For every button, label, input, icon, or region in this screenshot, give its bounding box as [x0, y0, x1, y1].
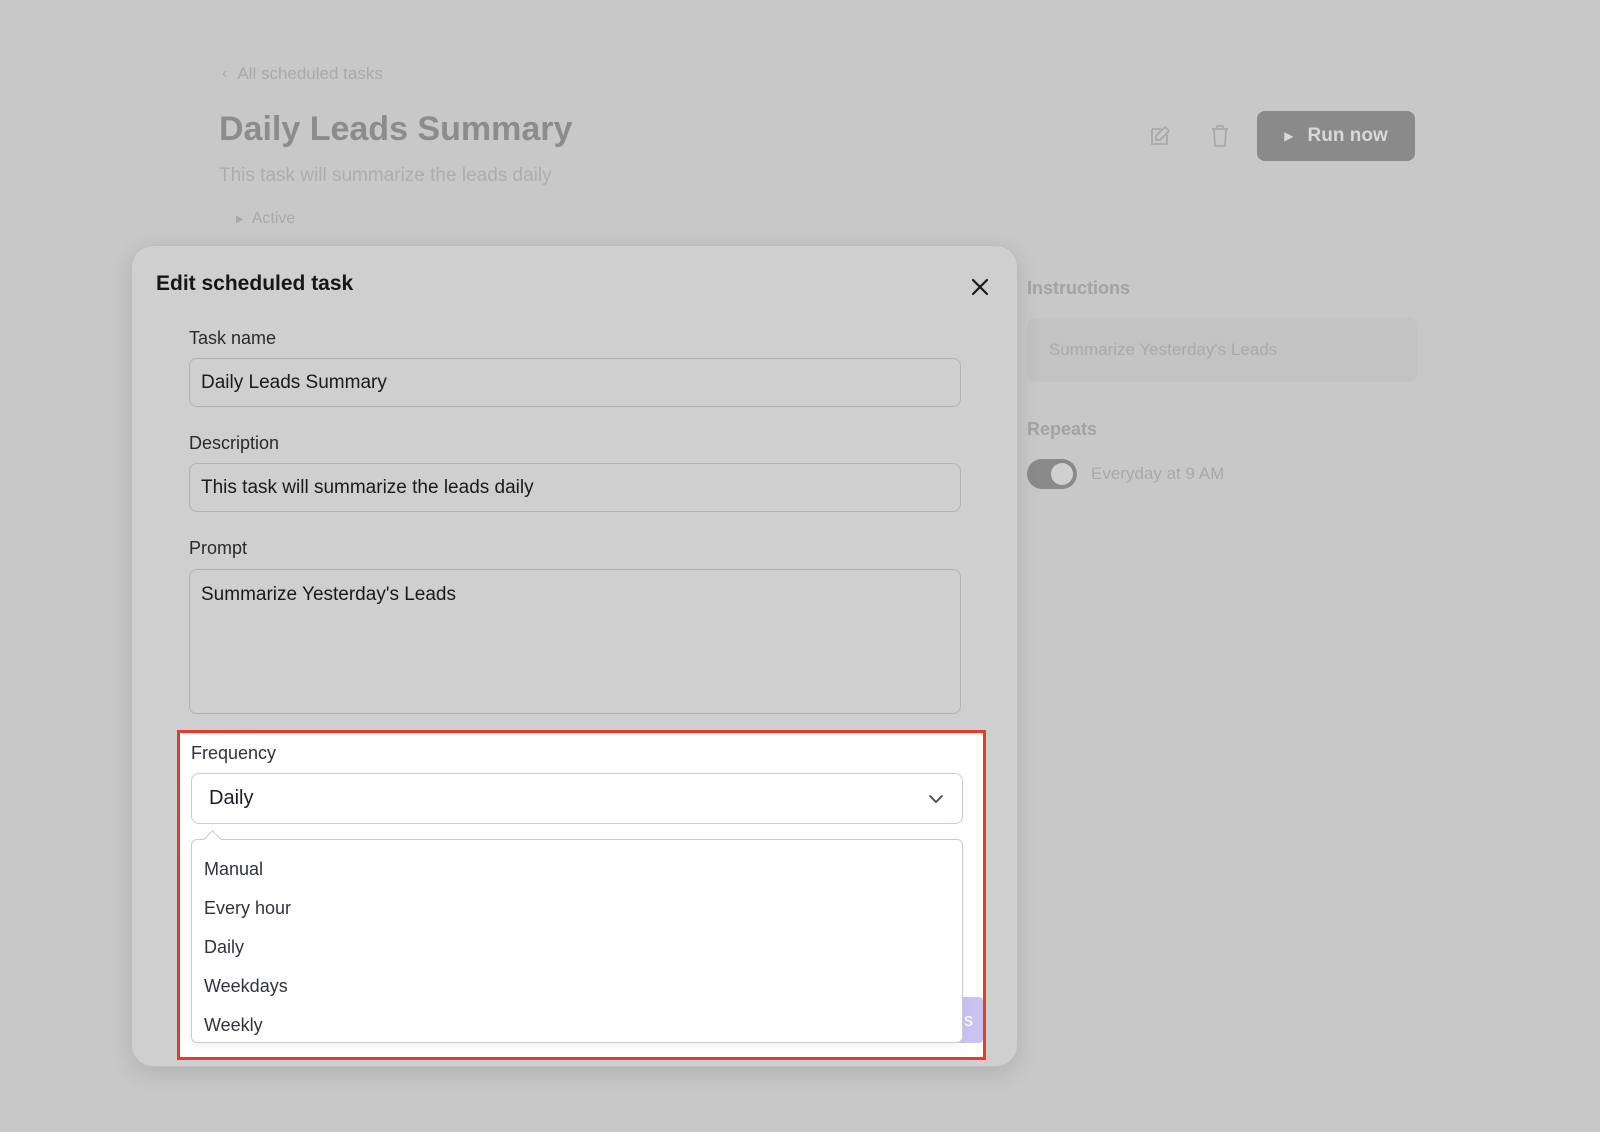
frequency-highlight: Frequency Daily s Manual Every hour Dail…: [177, 730, 986, 1060]
status-label: Active: [251, 210, 296, 227]
instructions-label: Instructions: [1027, 278, 1131, 298]
repeats-row: Everyday at 9 AM: [1027, 459, 1224, 489]
modal-title: Edit scheduled task: [156, 272, 354, 295]
frequency-label: Frequency: [191, 743, 277, 763]
edit-button[interactable]: [1146, 122, 1174, 150]
frequency-dropdown: Manual Every hour Daily Weekdays Weekly: [191, 839, 963, 1043]
frequency-option[interactable]: Manual: [192, 850, 962, 889]
task-name-label: Task name: [189, 328, 277, 348]
prompt-textarea[interactable]: Summarize Yesterday's Leads: [189, 569, 961, 714]
frequency-option[interactable]: Every hour: [192, 889, 962, 928]
back-link-label: All scheduled tasks: [237, 64, 383, 83]
frequency-option[interactable]: Weekly: [192, 1006, 962, 1045]
run-now-button[interactable]: ▶ Run now: [1257, 111, 1415, 161]
page-title: Daily Leads Summary: [219, 110, 573, 148]
task-name-input[interactable]: Daily Leads Summary: [189, 358, 961, 407]
run-now-label: Run now: [1307, 125, 1388, 146]
chevron-down-icon: [929, 794, 943, 803]
repeats-value: Everyday at 9 AM: [1091, 464, 1225, 483]
status-toggle[interactable]: ▶ Active: [236, 210, 295, 228]
frequency-option[interactable]: Weekdays: [192, 967, 962, 1006]
prompt-label: Prompt: [189, 538, 248, 558]
repeats-label: Repeats: [1027, 419, 1098, 439]
frequency-select[interactable]: Daily: [191, 773, 963, 824]
page-subtitle: This task will summarize the leads daily: [219, 165, 552, 186]
close-button[interactable]: [967, 274, 993, 300]
play-icon: ▶: [1284, 129, 1294, 143]
save-button-label: s: [964, 1009, 973, 1030]
edit-icon: [1151, 125, 1171, 145]
instructions-value: Summarize Yesterday's Leads: [1027, 318, 1417, 382]
description-label: Description: [189, 433, 280, 453]
frequency-option[interactable]: Daily: [192, 928, 962, 967]
description-input[interactable]: This task will summarize the leads daily: [189, 463, 961, 512]
close-icon: [971, 278, 989, 296]
repeats-toggle[interactable]: [1027, 459, 1077, 489]
trash-icon: [1212, 125, 1228, 147]
frequency-selected-value: Daily: [209, 787, 254, 809]
delete-button[interactable]: [1206, 122, 1234, 150]
back-link[interactable]: ‹ All scheduled tasks: [222, 64, 383, 84]
chevron-left-icon: ‹: [222, 65, 228, 82]
caret-right-icon: ▶: [236, 213, 244, 225]
